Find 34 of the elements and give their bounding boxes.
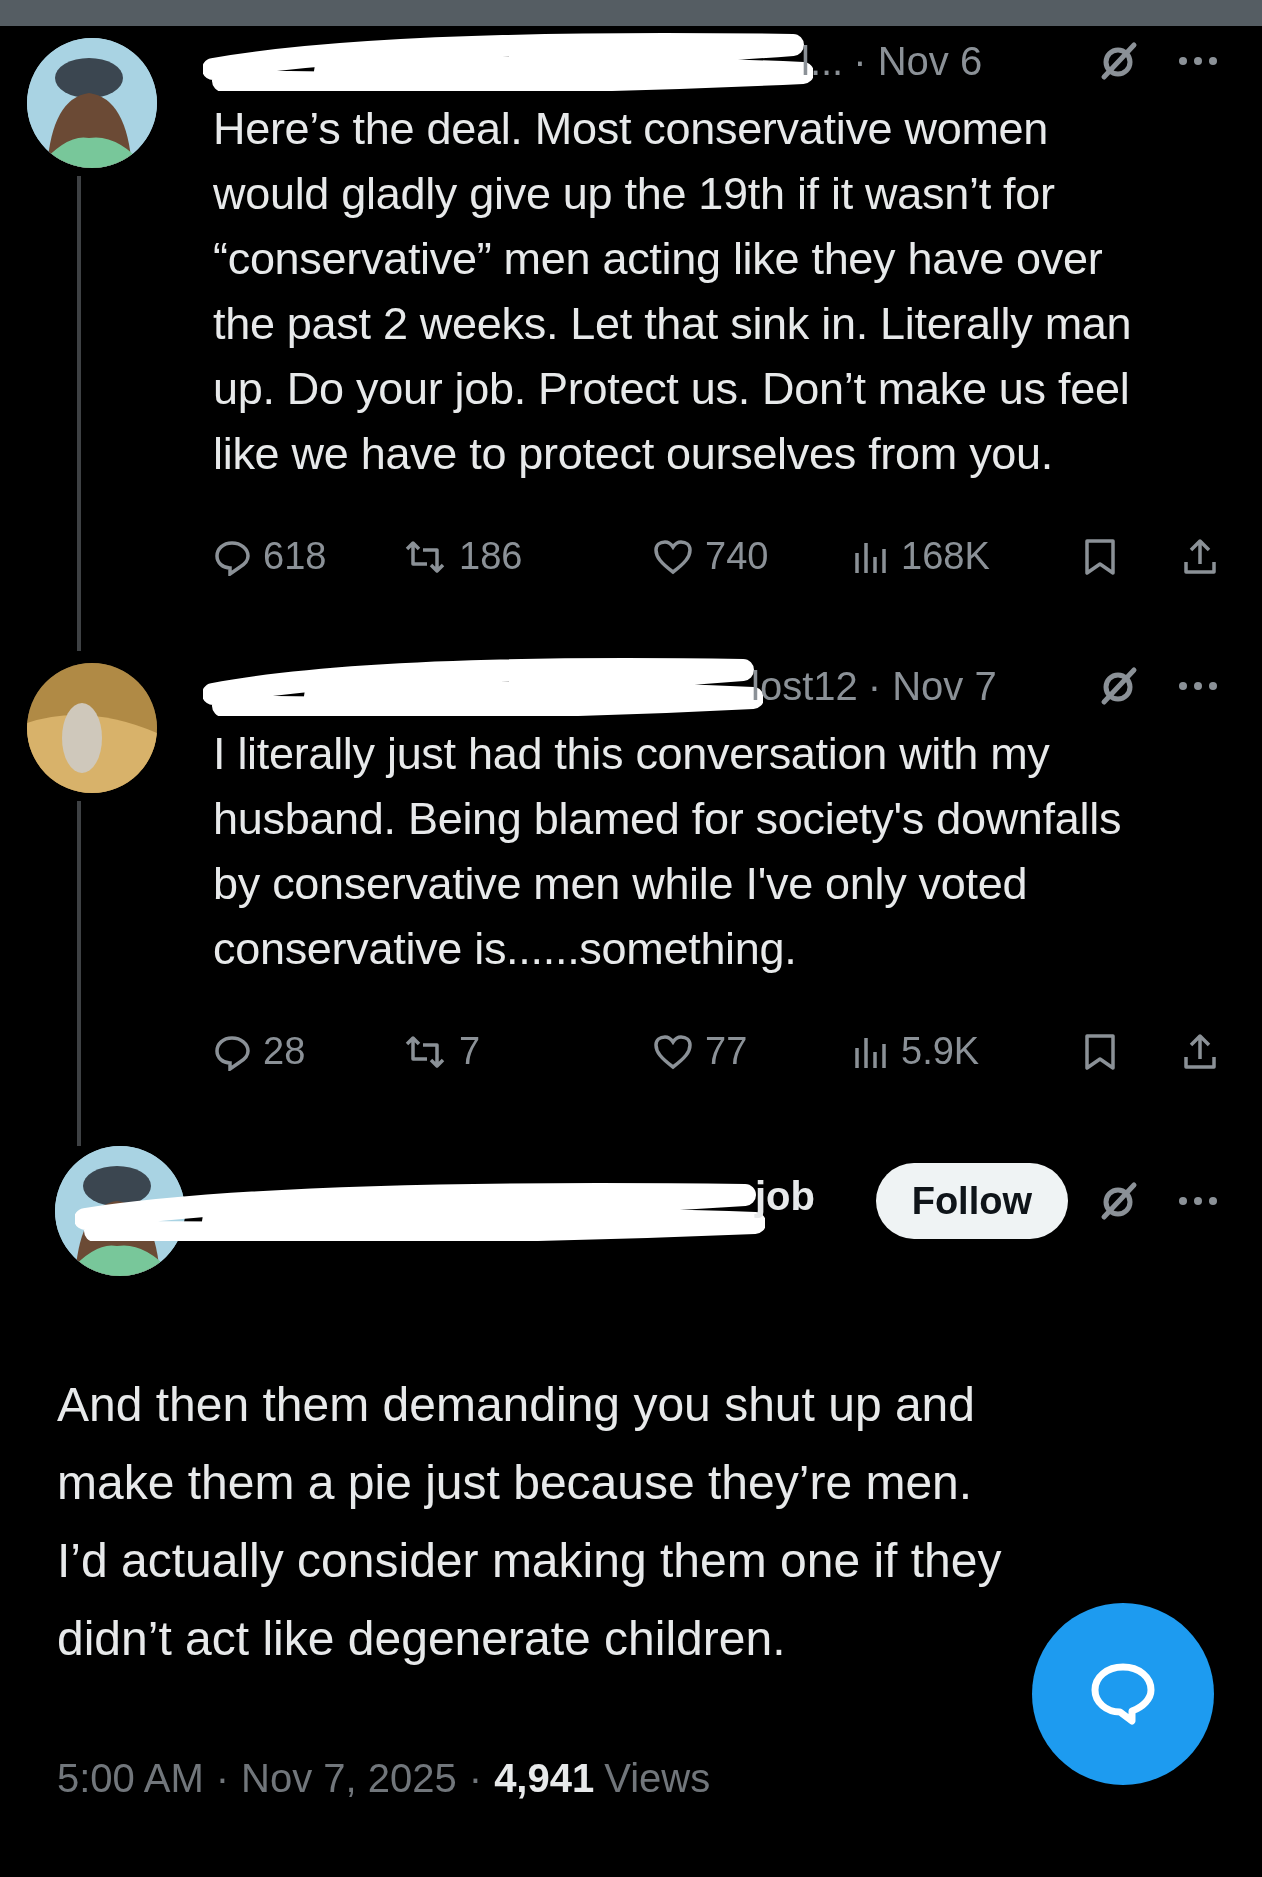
reply-count: 618 (263, 534, 327, 579)
repost-icon[interactable] (403, 538, 447, 575)
post-text: And then them demanding you shut up and make them a pie just because they’re men. I’d actually consider making them one if they didn’t act like degenerate children. (57, 1377, 1003, 1667)
username: job (755, 1173, 815, 1220)
views-count: 4,941 (494, 1755, 595, 1802)
reply-count: 28 (263, 1029, 306, 1074)
heart-icon[interactable] (653, 538, 693, 575)
repost-icon[interactable] (403, 1033, 447, 1070)
more-icon[interactable] (1178, 56, 1218, 66)
more-icon[interactable] (1178, 681, 1218, 691)
post-time: 5:00 AM (57, 1755, 204, 1802)
bookmark-icon[interactable] (1083, 1032, 1117, 1071)
separator-dot: · (215, 1755, 230, 1802)
views-label: Views (604, 1755, 711, 1802)
views-count: 5.9K (901, 1029, 980, 1074)
username: l... (801, 38, 844, 85)
repost-count: 7 (459, 1029, 481, 1074)
heart-icon[interactable] (653, 1033, 693, 1070)
separator-dot: · (468, 1755, 483, 1802)
post-text: I literally just had this conversation with my husband. Being blamed for society's downfalls by conservative men while I've only voted conservative is......something. (213, 727, 1123, 976)
repost-count: 186 (459, 534, 523, 579)
post-date: · Nov 6 (853, 38, 983, 85)
follow-button[interactable]: Follow (875, 1163, 1068, 1239)
username: lost12 (751, 663, 858, 710)
views-count: 168K (901, 534, 990, 579)
post-date: · Nov 7 (867, 663, 997, 710)
post-date: Nov 7, 2025 (241, 1755, 457, 1802)
share-icon[interactable] (1182, 537, 1218, 576)
like-count: 77 (705, 1029, 748, 1074)
share-icon[interactable] (1182, 1032, 1218, 1071)
more-icon[interactable] (1178, 1196, 1218, 1206)
like-count: 740 (705, 534, 769, 579)
bookmark-icon[interactable] (1083, 537, 1117, 576)
post-text: Here’s the deal. Most conservative women would gladly give up the 19th if it wasn’t for “conservative” men acting like they have over the past 2 weeks. Let that sink in. Literally man up. Do your job. Protect us. Don’t make us feel like we have to protect ourselves from you. (213, 102, 1133, 481)
